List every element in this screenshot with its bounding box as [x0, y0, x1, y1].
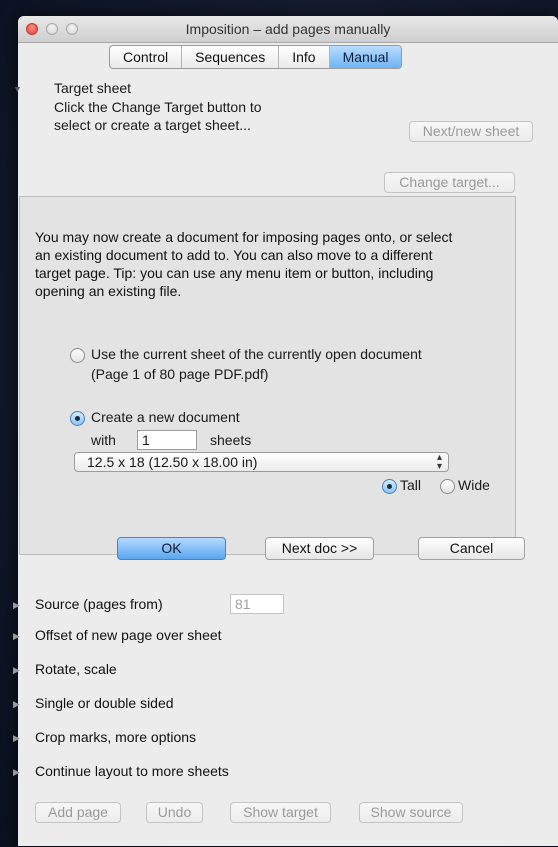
triangle-right-icon[interactable]: ▶	[13, 699, 20, 710]
tab-sequences[interactable]: Sequences	[182, 46, 280, 68]
show-source-button[interactable]: Show source	[359, 802, 463, 823]
triangle-right-icon[interactable]: ▶	[13, 767, 20, 778]
sheet-count-field[interactable]: 1	[137, 430, 197, 450]
section-crop-marks[interactable]: Crop marks, more options	[35, 729, 196, 745]
tab-info[interactable]: Info	[279, 46, 330, 68]
section-continue-layout[interactable]: Continue layout to more sheets	[35, 763, 229, 779]
current-document-name: (Page 1 of 80 page PDF.pdf)	[91, 366, 269, 382]
wide-label: Wide	[458, 477, 490, 493]
window-title: Imposition – add pages manually	[185, 21, 391, 37]
triangle-right-icon[interactable]: ▶	[13, 600, 20, 611]
create-new-document-radio[interactable]	[70, 411, 85, 426]
tall-orientation-radio[interactable]	[382, 479, 397, 494]
next-new-sheet-button[interactable]: Next/new sheet	[409, 121, 533, 142]
panel-instructions: You may now create a document for imposi…	[35, 228, 505, 300]
change-target-button[interactable]: Change target...	[384, 172, 515, 193]
sheets-label: sheets	[210, 432, 252, 448]
triangle-down-icon[interactable]: ▼	[13, 84, 22, 94]
target-desc-line1: Click the Change Target button to	[54, 99, 262, 115]
tab-control[interactable]: Control	[110, 46, 183, 68]
paper-size-popup[interactable]: 12.5 x 18 (12.50 x 18.00 in) ▴ ▾	[74, 452, 449, 472]
use-current-sheet-label: Use the current sheet of the currently o…	[91, 346, 422, 362]
cancel-button[interactable]: Cancel	[418, 537, 525, 560]
instruction-line: opening an existing file.	[35, 283, 182, 299]
instruction-line: target page. Tip: you can use any menu i…	[35, 265, 434, 281]
triangle-right-icon[interactable]: ▶	[13, 733, 20, 744]
triangle-right-icon[interactable]: ▶	[13, 665, 20, 676]
with-label: with	[91, 432, 116, 448]
section-source[interactable]: Source (pages from)	[35, 596, 163, 612]
paper-size-value: 12.5 x 18 (12.50 x 18.00 in)	[87, 454, 258, 470]
wide-orientation-radio[interactable]	[440, 479, 455, 494]
target-desc-line2: select or create a target sheet...	[54, 117, 251, 133]
section-sided[interactable]: Single or double sided	[35, 695, 174, 711]
title-bar: Imposition – add pages manually	[18, 16, 558, 43]
instruction-line: an existing document to add to. You can …	[35, 247, 433, 263]
section-rotate-scale[interactable]: Rotate, scale	[35, 661, 117, 677]
updown-arrows-icon: ▴ ▾	[436, 452, 442, 472]
tab-manual[interactable]: Manual	[329, 46, 402, 68]
add-page-button[interactable]: Add page	[35, 802, 121, 823]
target-sheet-heading: Target sheet	[54, 80, 132, 96]
triangle-right-icon[interactable]: ▶	[13, 631, 20, 642]
ok-button[interactable]: OK	[117, 537, 226, 560]
section-offset[interactable]: Offset of new page over sheet	[35, 627, 222, 643]
create-new-document-label: Create a new document	[91, 409, 240, 425]
undo-button[interactable]: Undo	[146, 802, 203, 823]
tab-bar: Control Sequences Info Manual	[109, 45, 403, 69]
instruction-line: You may now create a document for imposi…	[35, 229, 453, 245]
show-target-button[interactable]: Show target	[230, 802, 331, 823]
use-current-sheet-radio[interactable]	[70, 348, 85, 363]
source-page-field[interactable]: 81	[230, 594, 284, 614]
tall-label: Tall	[400, 477, 422, 493]
next-doc-button[interactable]: Next doc >>	[265, 537, 374, 560]
